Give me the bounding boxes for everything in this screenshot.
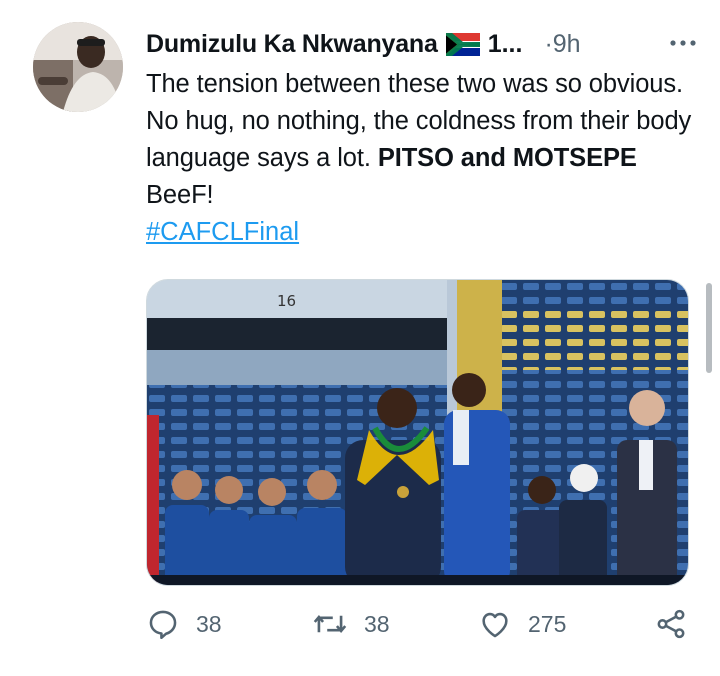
- author-name[interactable]: Dumizulu Ka Nkwanyana: [146, 30, 438, 59]
- tweet-text-bold: PITSO and MOTSEPE: [377, 144, 637, 172]
- like-count: 275: [528, 610, 567, 637]
- tweet-text: The tension between these two was so obv…: [146, 66, 696, 214]
- like-button[interactable]: 275: [478, 604, 566, 644]
- reply-count: 38: [196, 610, 222, 637]
- tweet-timestamp[interactable]: ·9h: [544, 30, 580, 59]
- retweet-count: 38: [364, 610, 390, 637]
- stand-number: 16: [277, 292, 296, 310]
- hashtag-link[interactable]: #CAFCLFinal: [146, 218, 299, 247]
- time-separator: ·: [544, 29, 553, 58]
- tweet-photo[interactable]: 16: [146, 279, 689, 586]
- avatar[interactable]: [33, 22, 123, 112]
- reply-icon: [149, 610, 177, 640]
- retweet-button[interactable]: 38: [312, 604, 390, 644]
- tweet-text-part-2: BeeF!: [146, 181, 214, 209]
- retweet-icon: [313, 615, 347, 633]
- tweet-card[interactable]: Dumizulu Ka Nkwanyana 1... ·9h The tensi…: [0, 0, 720, 676]
- tweet-header: Dumizulu Ka Nkwanyana 1... ·9h: [146, 26, 690, 62]
- author-handle[interactable]: 1...: [488, 30, 523, 59]
- more-options-icon[interactable]: [666, 36, 700, 50]
- reply-button[interactable]: 38: [146, 604, 222, 644]
- tweet-actions: 38 38 275: [146, 604, 696, 644]
- time-value: 9h: [552, 29, 581, 58]
- heart-icon: [482, 612, 508, 638]
- scrollbar[interactable]: [706, 283, 712, 373]
- share-icon: [657, 609, 685, 639]
- share-button[interactable]: [654, 604, 688, 644]
- south-africa-flag-icon: [445, 32, 480, 56]
